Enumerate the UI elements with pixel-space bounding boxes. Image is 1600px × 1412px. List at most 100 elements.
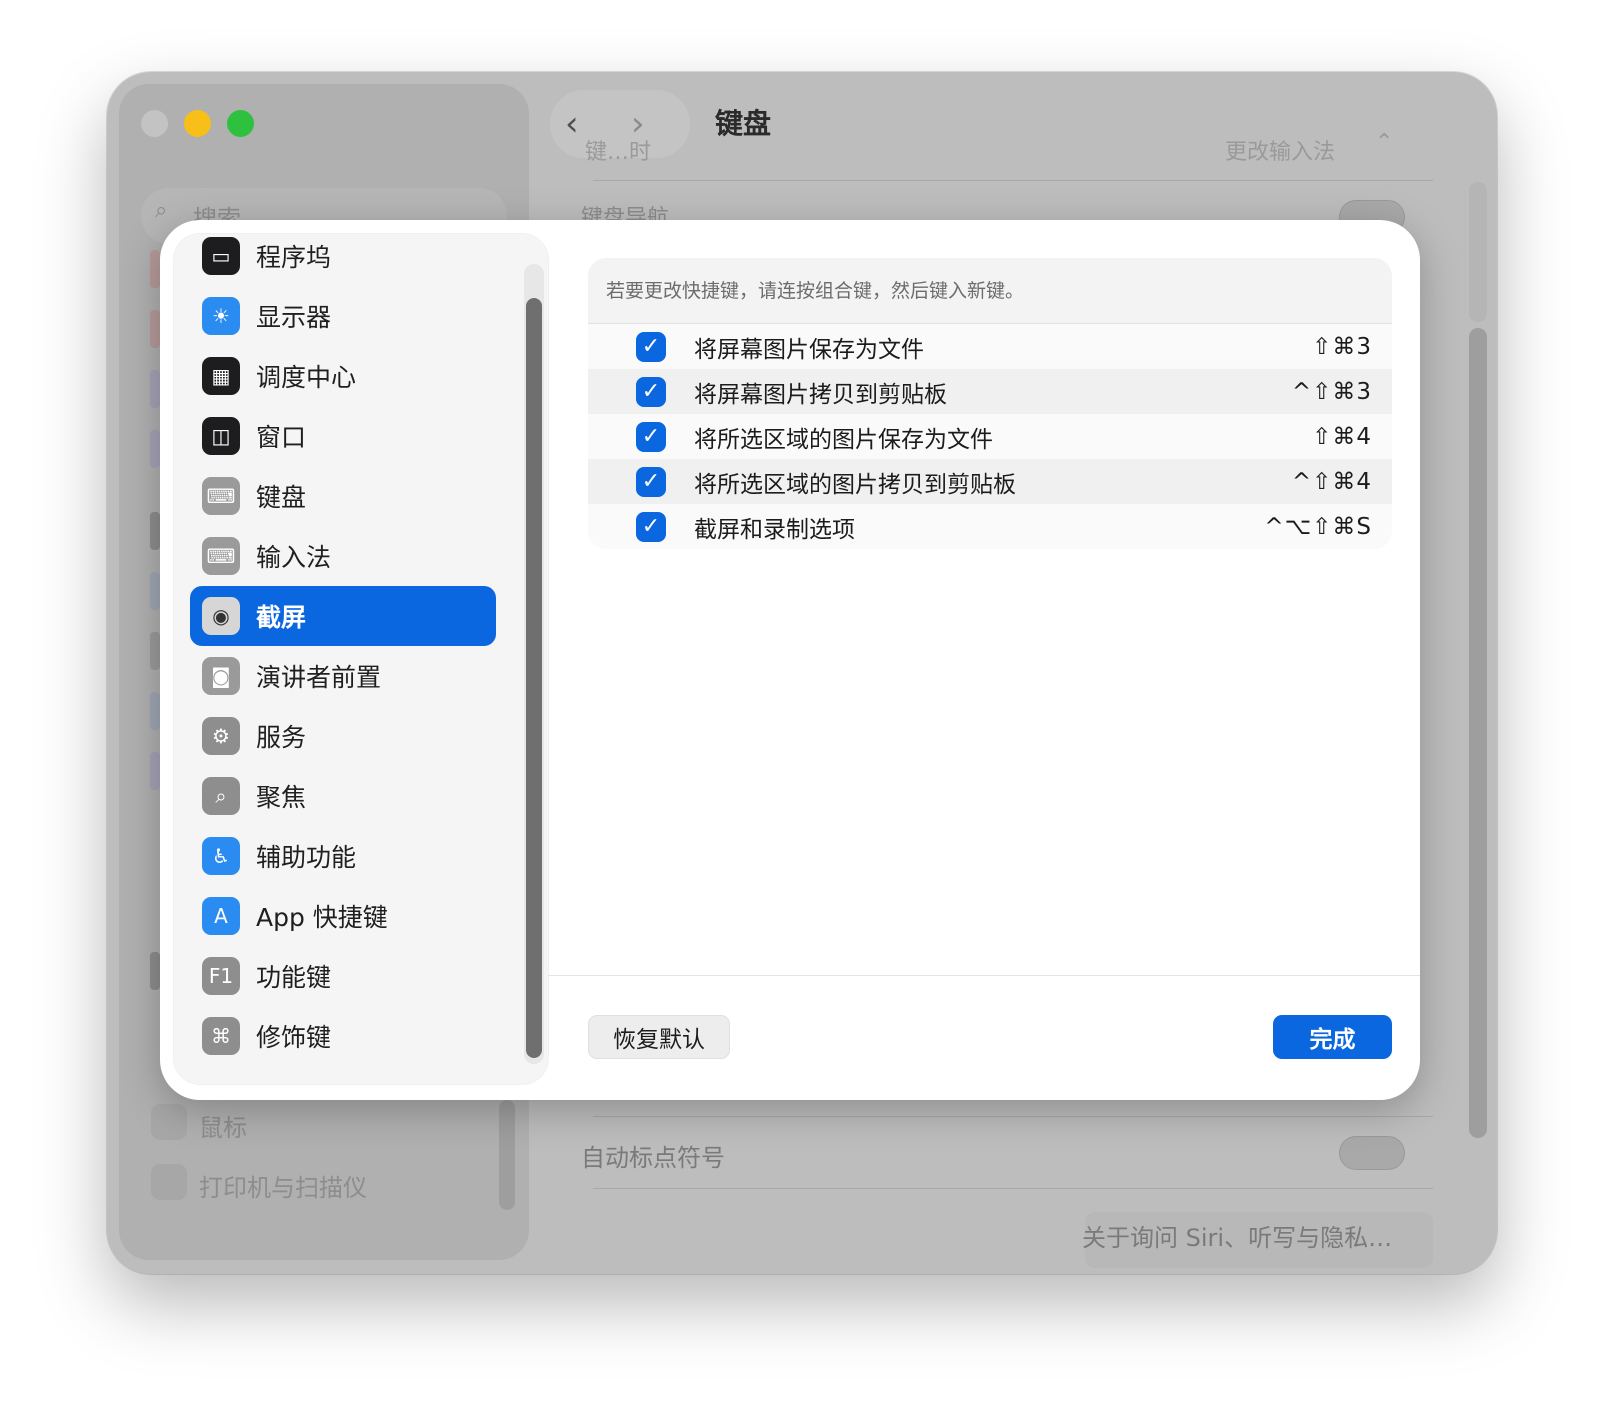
shortcut-checkbox[interactable]: ✓ (636, 376, 666, 407)
sidebar-color-strip (150, 310, 160, 348)
shortcut-keys[interactable]: ⇧⌘4 (1312, 424, 1372, 450)
shortcut-label: 将所选区域的图片拷贝到剪贴板 (694, 471, 1016, 498)
sidebar-item-9[interactable]: ⌕ 聚焦 (190, 766, 496, 826)
sidebar-item-label: App 快捷键 (256, 903, 388, 932)
sidebar-item-label: 辅助功能 (256, 843, 357, 872)
command-icon: ⌘ (202, 1017, 240, 1055)
divider (593, 1116, 1433, 1117)
sidebar-color-strip (150, 430, 160, 468)
keyboard-icon: ⌨ (202, 537, 240, 575)
sidebar-item-5[interactable]: ⌨ 输入法 (190, 526, 496, 586)
sidebar-item-label: 演讲者前置 (256, 663, 382, 692)
sidebar-item-10[interactable]: ♿ 辅助功能 (190, 826, 496, 886)
close-button[interactable] (141, 110, 168, 137)
divider (548, 975, 1420, 976)
content-scrollbar[interactable] (1469, 328, 1487, 1138)
sidebar-item-label: 显示器 (256, 303, 332, 332)
checkmark-icon: ✓ (641, 333, 661, 359)
shortcut-row[interactable]: ✓ 将屏幕图片保存为文件 ⇧⌘3 (588, 324, 1392, 369)
presenter-icon: ◙ (202, 657, 240, 695)
minimize-button[interactable] (184, 110, 211, 137)
change-input-method-button[interactable]: 更改输入法 (1225, 134, 1335, 166)
sidebar-color-strip (150, 692, 160, 730)
back-button[interactable]: ‹ (565, 90, 579, 158)
shortcut-row[interactable]: ✓ 将屏幕图片拷贝到剪贴板 ^⇧⌘3 (588, 369, 1392, 414)
mouse-icon (151, 1104, 187, 1140)
shortcut-keys[interactable]: ^⇧⌘3 (1292, 379, 1372, 405)
sidebar-color-strip (150, 572, 160, 610)
zoom-button[interactable] (227, 110, 254, 137)
sidebar-color-strip (150, 370, 160, 408)
checkmark-icon: ✓ (641, 468, 661, 494)
sidebar-item-label: 调度中心 (256, 363, 357, 392)
sidebar-item-printers[interactable]: 打印机与扫描仪 (199, 1168, 367, 1203)
camera-icon: ◉ (202, 597, 240, 635)
sidebar-item-13[interactable]: ⌘ 修饰键 (190, 1006, 496, 1066)
sidebar-item-label: 输入法 (256, 543, 332, 572)
window-title: 键盘 (715, 107, 772, 140)
sidebar-item-4[interactable]: ⌨ 键盘 (190, 466, 496, 526)
shortcut-keys[interactable]: ^⇧⌘4 (1292, 469, 1372, 495)
sun-icon: ☀ (202, 297, 240, 335)
checkmark-icon: ✓ (641, 378, 661, 404)
shortcut-label: 将屏幕图片拷贝到剪贴板 (694, 381, 947, 408)
app-store-icon: A (202, 897, 240, 935)
printer-icon (151, 1164, 187, 1200)
background-partial-label: 键…时 (585, 140, 652, 165)
shortcut-categories-list: ▭ 程序坞 ☀ 显示器 ▦ 调度中心 ◫ 窗口 ⌨ 键盘 ⌨ 输入法 ◉ 截屏 ◙ 演讲者前置 ⚙ 服务 ⌕ 聚焦 ♿ 辅… (190, 234, 496, 1066)
sidebar-color-strip (150, 752, 160, 790)
auto-punctuation-label: 自动标点符号 (581, 1144, 725, 1172)
magnifier-icon: ⌕ (202, 777, 240, 815)
sidebar-item-label: 截屏 (256, 603, 307, 632)
shortcut-keys[interactable]: ⇧⌘3 (1312, 334, 1372, 360)
divider (593, 180, 1433, 181)
categories-scrollbar[interactable] (526, 298, 542, 1058)
sidebar-item-8[interactable]: ⚙ 服务 (190, 706, 496, 766)
shortcut-categories-panel: ▭ 程序坞 ☀ 显示器 ▦ 调度中心 ◫ 窗口 ⌨ 键盘 ⌨ 输入法 ◉ 截屏 ◙ 演讲者前置 ⚙ 服务 ⌕ 聚焦 ♿ 辅… (174, 234, 548, 1084)
search-icon: ⌕ (155, 198, 168, 223)
sidebar-item-2[interactable]: ▦ 调度中心 (190, 346, 496, 406)
sidebar-item-label: 功能键 (256, 963, 332, 992)
sidebar-scrollbar[interactable] (499, 1100, 515, 1210)
shortcut-row[interactable]: ✓ 截屏和录制选项 ^⌥⇧⌘S (588, 504, 1392, 549)
shortcut-checkbox[interactable]: ✓ (636, 331, 666, 362)
shortcut-row[interactable]: ✓ 将所选区域的图片拷贝到剪贴板 ^⇧⌘4 (588, 459, 1392, 504)
shortcuts-panel: 若要更改快捷键，请连按组合键，然后键入新键。 ✓ 将屏幕图片保存为文件 ⇧⌘3 ✓ 将屏… (588, 258, 1392, 549)
keyboard-shortcuts-sheet: ▭ 程序坞 ☀ 显示器 ▦ 调度中心 ◫ 窗口 ⌨ 键盘 ⌨ 输入法 ◉ 截屏 ◙ 演讲者前置 ⚙ 服务 ⌕ 聚焦 ♿ 辅… (160, 220, 1420, 1100)
done-button[interactable]: 完成 (1273, 1015, 1392, 1059)
sidebar-item-mouse[interactable]: 鼠标 (199, 1108, 247, 1143)
sidebar-item-12[interactable]: F1 功能键 (190, 946, 496, 1006)
checkmark-icon: ✓ (641, 423, 661, 449)
mission-control-icon: ▦ (202, 357, 240, 395)
sidebar-item-label: 服务 (256, 723, 307, 752)
sidebar-item-6[interactable]: ◉ 截屏 (190, 586, 496, 646)
restore-defaults-button[interactable]: 恢复默认 (588, 1015, 730, 1059)
gears-icon: ⚙ (202, 717, 240, 755)
sidebar-color-strip (150, 952, 160, 990)
shortcut-label: 截屏和录制选项 (694, 516, 855, 543)
sidebar-item-label: 键盘 (256, 483, 307, 512)
sidebar-color-strip (150, 250, 160, 288)
sidebar-item-label: 聚焦 (256, 783, 307, 812)
shortcut-checkbox[interactable]: ✓ (636, 511, 666, 542)
chevron-updown-icon: ⌃ (1375, 130, 1394, 155)
sidebar-item-label: 修饰键 (256, 1023, 332, 1052)
auto-punctuation-toggle[interactable] (1339, 1136, 1405, 1170)
accessibility-icon: ♿ (202, 837, 240, 875)
sidebar-item-3[interactable]: ◫ 窗口 (190, 406, 496, 466)
sidebar-item-7[interactable]: ◙ 演讲者前置 (190, 646, 496, 706)
sidebar-item-0[interactable]: ▭ 程序坞 (190, 234, 496, 286)
sidebar-item-1[interactable]: ☀ 显示器 (190, 286, 496, 346)
shortcut-checkbox[interactable]: ✓ (636, 421, 666, 452)
sidebar-item-label: 程序坞 (256, 243, 332, 272)
divider (593, 1188, 1433, 1189)
shortcut-keys[interactable]: ^⌥⇧⌘S (1264, 514, 1372, 540)
dock-icon: ▭ (202, 237, 240, 275)
sidebar-color-strip (150, 512, 160, 550)
sidebar-item-11[interactable]: A App 快捷键 (190, 886, 496, 946)
siri-privacy-label: 关于询问 Siri、听写与隐私… (1082, 1224, 1393, 1252)
checkmark-icon: ✓ (641, 513, 661, 539)
keyboard-icon: ⌨ (202, 477, 240, 515)
shortcut-checkbox[interactable]: ✓ (636, 466, 666, 497)
shortcut-row[interactable]: ✓ 将所选区域的图片保存为文件 ⇧⌘4 (588, 414, 1392, 459)
